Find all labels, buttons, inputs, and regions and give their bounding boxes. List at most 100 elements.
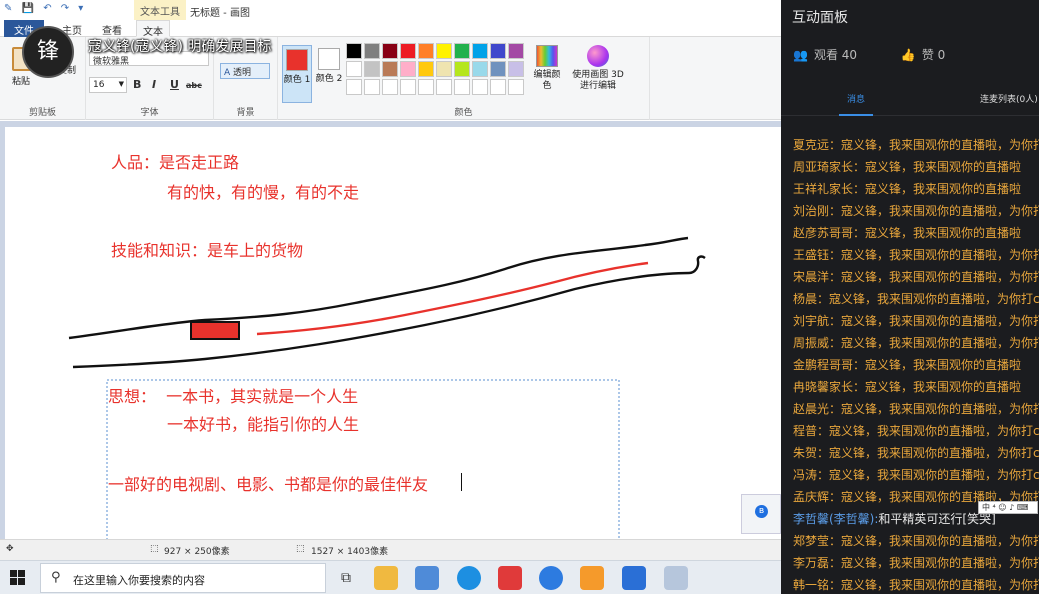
palette-color[interactable]	[418, 43, 434, 59]
message-user: 夏克远：	[793, 138, 842, 152]
bold-button[interactable]: B	[133, 78, 141, 91]
side-widget[interactable]: ʙ	[741, 494, 781, 534]
app-window-icon[interactable]	[622, 566, 646, 590]
message-user: 郑梦莹：	[793, 534, 842, 548]
move-icon: ✥	[6, 544, 14, 554]
palette-color[interactable]	[454, 79, 470, 95]
palette-color[interactable]	[400, 79, 416, 95]
window-title: 无标题 - 画图	[190, 8, 250, 19]
edit-colors-button[interactable]: 编辑颜色	[532, 45, 562, 92]
palette-color[interactable]	[382, 61, 398, 77]
palette-color[interactable]	[436, 79, 452, 95]
palette-color[interactable]	[346, 61, 362, 77]
message-item: 韩一铭：寇义锋，我来围观你的直播啦，为你打call	[793, 574, 1039, 594]
message-text: 寇义锋，我来围观你的直播啦，为你打call	[829, 292, 1039, 306]
paint-icon[interactable]	[664, 566, 688, 590]
italic-button[interactable]: I	[152, 78, 156, 91]
color2-button[interactable]: 颜色 2	[314, 45, 344, 103]
message-user: 宋晨洋：	[793, 270, 842, 284]
palette-color[interactable]	[490, 79, 506, 95]
text-icon: A	[224, 68, 231, 78]
palette-color[interactable]	[472, 79, 488, 95]
palette-color[interactable]	[436, 43, 452, 59]
palette-color[interactable]	[454, 43, 470, 59]
taskbar-search[interactable]: ⚲ 在这里输入你要搜索的内容	[40, 563, 326, 593]
likes-count: 赞 0	[921, 48, 946, 62]
message-item: 冉晓馨家长：寇义锋，我来围观你的直播啦	[793, 376, 1039, 398]
palette-color[interactable]	[508, 61, 524, 77]
palette-color[interactable]	[364, 43, 380, 59]
underline-button[interactable]: U	[170, 78, 179, 91]
edit-colors-label: 编辑颜色	[533, 70, 561, 91]
message-list: 夏克远： 寇义锋，我来围观你的直播啦，为你打call 周亚琦家长：寇义锋，我来围观你…	[793, 134, 1039, 594]
palette-row	[346, 43, 546, 59]
tab-view[interactable]: 查看	[96, 20, 128, 37]
palette-color[interactable]	[472, 43, 488, 59]
palette-color[interactable]	[400, 43, 416, 59]
message-user: 刘治刚：	[793, 204, 842, 218]
message-text: 寇义锋，我来围观你的直播啦	[865, 160, 1022, 174]
palette-color[interactable]	[346, 43, 362, 59]
tab-text[interactable]: 文本	[136, 20, 170, 38]
photos-icon[interactable]	[415, 566, 439, 590]
palette-color[interactable]	[400, 61, 416, 77]
palette-color[interactable]	[508, 43, 524, 59]
context-tab-label: 文本工具	[134, 0, 186, 20]
tab-messages[interactable]: 消息	[847, 92, 865, 105]
active-tab-underline	[839, 114, 873, 116]
ime-toolbar[interactable]: 中 ⁴ ☺ ♪ ⌨	[978, 501, 1038, 514]
message-text: 寇义锋，我来围观你的直播啦	[865, 182, 1022, 196]
panel-stats: 👥 观看 40 👍 赞 0	[793, 46, 951, 63]
palette-color[interactable]	[490, 43, 506, 59]
message-text: 寇义锋，我来围观你的直播啦，为你打call	[829, 446, 1039, 460]
message-item: 赵彦苏哥哥：寇义锋，我来围观你的直播啦	[793, 222, 1039, 244]
message-item: 周亚琦家长：寇义锋，我来围观你的直播啦	[793, 156, 1039, 178]
message-text: 寇义锋，我来围观你的直播啦	[865, 226, 1022, 240]
message-item: 赵晨光：寇义锋，我来围观你的直播啦，为你打call	[793, 398, 1039, 420]
quick-access-toolbar[interactable]: ✎ 💾 ↶ ↷ ▾	[4, 3, 86, 14]
palette-color[interactable]	[436, 61, 452, 77]
palette-color[interactable]	[418, 79, 434, 95]
message-item: 朱贺：寇义锋，我来围观你的直播啦，为你打call	[793, 442, 1039, 464]
start-button[interactable]	[10, 570, 26, 586]
tab-mic-list[interactable]: 连麦列表(0人)	[980, 92, 1038, 105]
palette-color[interactable]	[382, 79, 398, 95]
transparent-button[interactable]: A 透明	[220, 63, 270, 79]
font-size-select[interactable]: 16 ▼	[89, 77, 127, 93]
bluetooth-icon: ʙ	[755, 505, 768, 518]
palette-color[interactable]	[454, 61, 470, 77]
like-icon[interactable]: 👍	[901, 48, 916, 62]
message-user: 王祥礼家长：	[793, 182, 866, 196]
wechat-icon[interactable]	[580, 566, 604, 590]
palette-color[interactable]	[364, 79, 380, 95]
message-text: 和平精英可还行[笑哭]	[878, 512, 996, 526]
message-text: 寇义锋，我来围观你的直播啦	[865, 380, 1022, 394]
palette-color[interactable]	[382, 43, 398, 59]
app-red-icon[interactable]	[498, 566, 522, 590]
paint3d-icon	[587, 45, 609, 67]
paste-button[interactable]: 粘贴	[12, 74, 30, 87]
palette-color[interactable]	[418, 61, 434, 77]
search-icon: ⚲	[51, 570, 61, 585]
palette-color[interactable]	[508, 79, 524, 95]
app-blue-icon[interactable]	[539, 566, 563, 590]
strikethrough-button[interactable]: abc	[186, 81, 202, 90]
taskbar: ⚲ 在这里输入你要搜索的内容 ⧉	[0, 560, 781, 594]
palette-color[interactable]	[364, 61, 380, 77]
car-rectangle	[190, 321, 240, 340]
message-item: 金鹏程哥哥：寇义锋，我来围观你的直播啦	[793, 354, 1039, 376]
palette-color[interactable]	[472, 61, 488, 77]
browser-icon[interactable]	[457, 566, 481, 590]
message-item: 杨晨：寇义锋，我来围观你的直播啦，为你打call	[793, 288, 1039, 310]
task-view-icon[interactable]: ⧉	[334, 566, 358, 590]
group-label: 背景	[236, 108, 255, 118]
palette-color[interactable]	[490, 61, 506, 77]
message-item: 王盛钰：寇义锋，我来围观你的直播啦，为你打call	[793, 244, 1039, 266]
drawing-canvas[interactable]: 人品：是否走正路 有的快，有的慢，有的不走 技能和知识：是车上的货物 思想： 一…	[5, 127, 781, 539]
color1-button[interactable]: 颜色 1	[282, 45, 312, 103]
palette-color[interactable]	[346, 79, 362, 95]
paint3d-button[interactable]: 使用画图 3D 进行编辑	[570, 45, 626, 92]
message-text: 寇义锋，我来围观你的直播啦，为你打call	[829, 468, 1039, 482]
message-item: 冯涛：寇义锋，我来围观你的直播啦，为你打call	[793, 464, 1039, 486]
file-explorer-icon[interactable]	[374, 566, 398, 590]
